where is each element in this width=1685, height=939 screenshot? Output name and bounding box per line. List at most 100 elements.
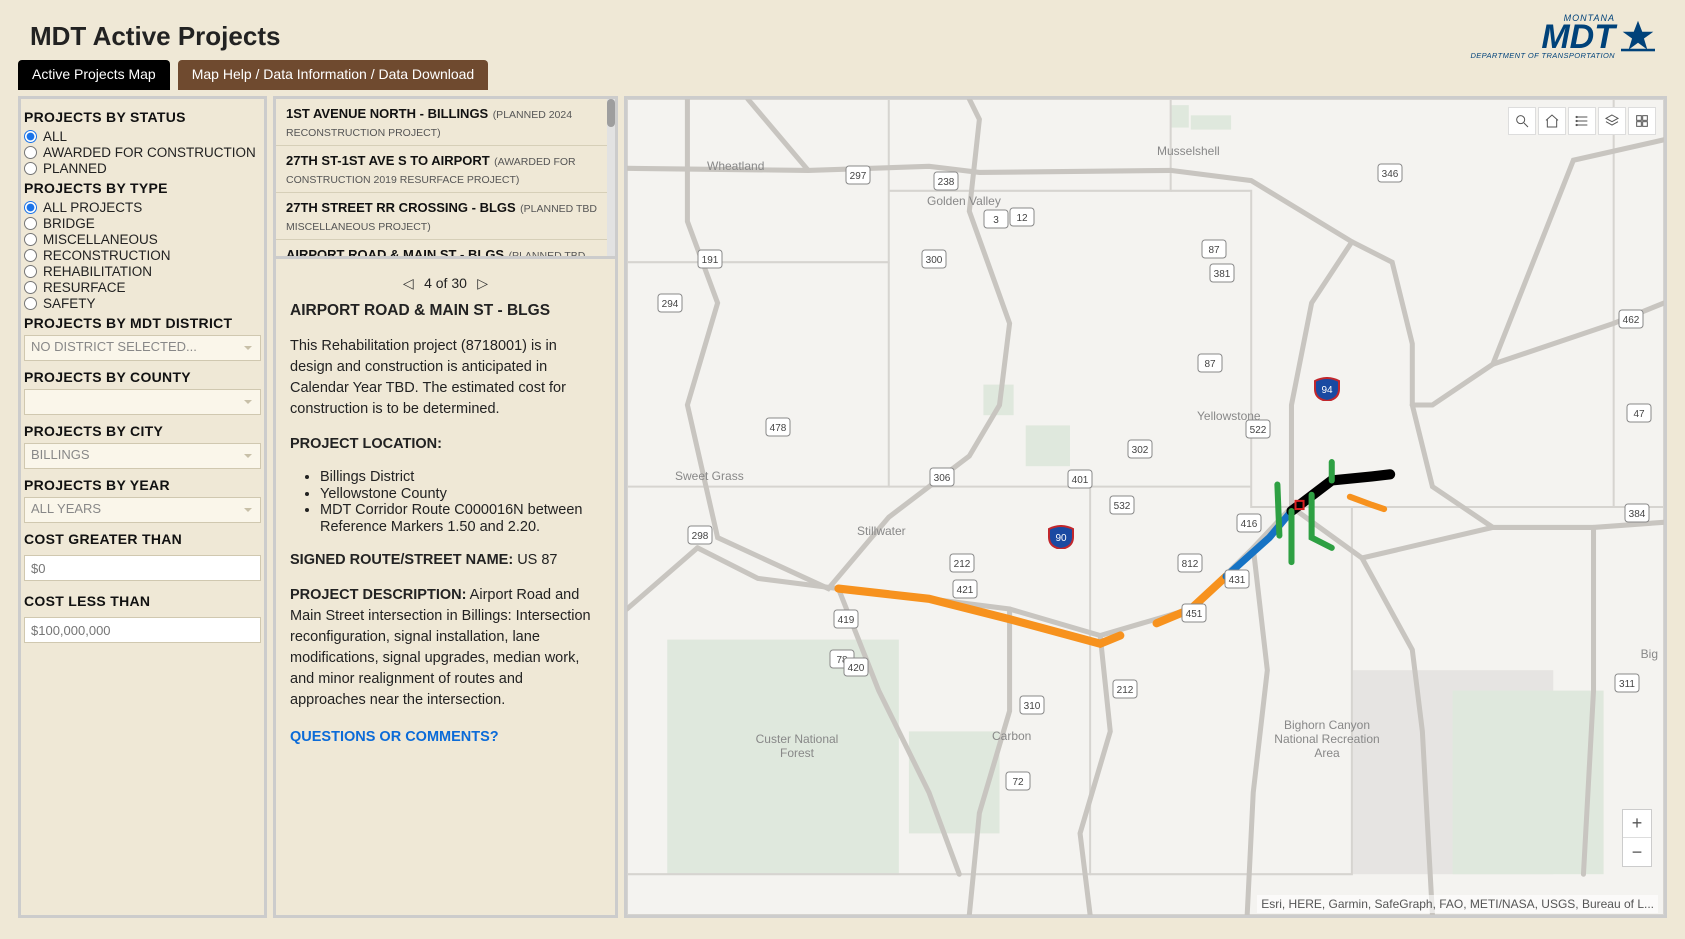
route-shield-label: 420 bbox=[848, 663, 865, 674]
radio-status-planned-label: PLANNED bbox=[43, 161, 107, 176]
pager-next-icon[interactable]: ▷ bbox=[475, 275, 491, 292]
radio-type-safety-label: SAFETY bbox=[43, 296, 96, 311]
list-item[interactable]: 27TH ST-1ST AVE S TO AIRPORT (AWARDED FO… bbox=[276, 146, 615, 193]
radio-status-all[interactable]: ALL bbox=[24, 129, 261, 144]
radio-type-bridge-input[interactable] bbox=[24, 217, 37, 230]
project-column: 1ST AVENUE NORTH - BILLINGS (PLANNED 202… bbox=[273, 96, 618, 918]
radio-type-all[interactable]: ALL PROJECTS bbox=[24, 200, 261, 215]
detail-location-corridor: MDT Corridor Route C000016N between Refe… bbox=[320, 502, 601, 535]
map-county-label: Sweet Grass bbox=[675, 469, 744, 483]
map-layers-button[interactable] bbox=[1598, 107, 1626, 135]
radio-type-recon-input[interactable] bbox=[24, 249, 37, 262]
heading-type: PROJECTS BY TYPE bbox=[24, 180, 261, 196]
route-shield-label: 812 bbox=[1182, 559, 1199, 570]
radio-type-all-label: ALL PROJECTS bbox=[43, 200, 142, 215]
star-icon bbox=[1621, 19, 1655, 53]
pager-position: 4 of 30 bbox=[424, 275, 467, 291]
detail-intro: This Rehabilitation project (8718001) is… bbox=[290, 336, 601, 420]
detail-route-label: SIGNED ROUTE/STREET NAME: bbox=[290, 552, 513, 568]
radio-type-bridge-label: BRIDGE bbox=[43, 216, 95, 231]
radio-status-planned[interactable]: PLANNED bbox=[24, 161, 261, 176]
svg-text:94: 94 bbox=[1321, 385, 1333, 396]
route-shield-label: 297 bbox=[850, 171, 867, 182]
map-search-button[interactable] bbox=[1508, 107, 1536, 135]
route-shield-label: 478 bbox=[770, 423, 787, 434]
route-shield-label: 384 bbox=[1629, 509, 1646, 520]
map-legend-button[interactable] bbox=[1568, 107, 1596, 135]
radio-type-misc[interactable]: MISCELLANEOUS bbox=[24, 232, 261, 247]
radio-type-rehab-input[interactable] bbox=[24, 265, 37, 278]
heading-cost-gt: COST GREATER THAN bbox=[24, 531, 261, 547]
radio-status-awarded-input[interactable] bbox=[24, 146, 37, 159]
layers-icon bbox=[1604, 113, 1620, 129]
map-county-label: Musselshell bbox=[1157, 144, 1220, 158]
interstate-shield: 94 bbox=[1313, 377, 1341, 401]
logo-mdt: MDT bbox=[1541, 23, 1615, 51]
route-shield-label: 451 bbox=[1186, 609, 1203, 620]
route-shield-label: 238 bbox=[938, 177, 955, 188]
map-basemap-button[interactable] bbox=[1628, 107, 1656, 135]
select-county[interactable] bbox=[24, 389, 261, 415]
radio-status-awarded-label: AWARDED FOR CONSTRUCTION bbox=[43, 145, 256, 160]
pager-prev-icon[interactable]: ◁ bbox=[400, 275, 416, 292]
input-cost-gt[interactable] bbox=[24, 555, 261, 581]
radio-type-resurf[interactable]: RESURFACE bbox=[24, 280, 261, 295]
radio-status-all-input[interactable] bbox=[24, 130, 37, 143]
route-shield-label: 401 bbox=[1072, 475, 1089, 486]
radio-type-safety-input[interactable] bbox=[24, 297, 37, 310]
list-item[interactable]: 1ST AVENUE NORTH - BILLINGS (PLANNED 202… bbox=[276, 99, 615, 146]
radio-status-awarded[interactable]: AWARDED FOR CONSTRUCTION bbox=[24, 145, 261, 160]
route-shield-label: 421 bbox=[957, 585, 974, 596]
project-list[interactable]: 1ST AVENUE NORTH - BILLINGS (PLANNED 202… bbox=[276, 99, 615, 259]
map-attribution: Esri, HERE, Garmin, SafeGraph, FAO, METI… bbox=[1257, 895, 1658, 913]
map-county-label: Wheatland bbox=[707, 159, 764, 173]
route-shield-label: 532 bbox=[1114, 501, 1131, 512]
route-shield-label: 12 bbox=[1016, 213, 1028, 224]
tab-map-help[interactable]: Map Help / Data Information / Data Downl… bbox=[178, 60, 488, 90]
route-shield-label: 302 bbox=[1132, 445, 1149, 456]
radio-type-rehab[interactable]: REHABILITATION bbox=[24, 264, 261, 279]
detail-location-district: Billings District bbox=[320, 469, 601, 486]
scrollbar-thumb[interactable] bbox=[607, 99, 615, 127]
radio-type-resurf-label: RESURFACE bbox=[43, 280, 126, 295]
route-shield-label: 87 bbox=[1204, 359, 1216, 370]
radio-type-all-input[interactable] bbox=[24, 201, 37, 214]
map-place-label: Bighorn Canyon National Recreation Area bbox=[1267, 718, 1387, 760]
radio-type-safety[interactable]: SAFETY bbox=[24, 296, 261, 311]
route-shield-label: 87 bbox=[1208, 245, 1220, 256]
radio-type-recon-label: RECONSTRUCTION bbox=[43, 248, 171, 263]
list-item[interactable]: AIRPORT ROAD & MAIN ST - BLGS (PLANNED T… bbox=[276, 240, 615, 259]
page-title: MDT Active Projects bbox=[30, 21, 280, 52]
input-cost-lt[interactable] bbox=[24, 617, 261, 643]
detail-questions-link[interactable]: QUESTIONS OR COMMENTS? bbox=[290, 729, 499, 745]
select-district[interactable]: NO DISTRICT SELECTED... bbox=[24, 335, 261, 361]
map-home-button[interactable] bbox=[1538, 107, 1566, 135]
zoom-out-button[interactable]: − bbox=[1623, 838, 1651, 866]
radio-type-resurf-input[interactable] bbox=[24, 281, 37, 294]
route-shield-label: 381 bbox=[1214, 269, 1231, 280]
detail-location-heading: PROJECT LOCATION: bbox=[290, 434, 601, 455]
map[interactable]: Wheatland Golden Valley Musselshell Swee… bbox=[624, 96, 1667, 918]
route-shield-label: 212 bbox=[954, 559, 971, 570]
map-county-label: Golden Valley bbox=[927, 194, 1001, 208]
detail-location-list: Billings District Yellowstone County MDT… bbox=[320, 469, 601, 536]
map-background bbox=[627, 99, 1664, 915]
map-tools bbox=[1508, 107, 1656, 135]
radio-type-recon[interactable]: RECONSTRUCTION bbox=[24, 248, 261, 263]
list-item[interactable]: 27TH STREET RR CROSSING - BLGS (PLANNED … bbox=[276, 193, 615, 240]
select-city[interactable]: BILLINGS bbox=[24, 443, 261, 469]
radio-type-bridge[interactable]: BRIDGE bbox=[24, 216, 261, 231]
radio-type-misc-input[interactable] bbox=[24, 233, 37, 246]
radio-status-planned-input[interactable] bbox=[24, 162, 37, 175]
route-shield-label: 191 bbox=[702, 255, 719, 266]
list-item-title: AIRPORT ROAD & MAIN ST - BLGS bbox=[286, 247, 504, 259]
zoom-in-button[interactable]: + bbox=[1623, 810, 1651, 838]
select-year[interactable]: ALL YEARS bbox=[24, 497, 261, 523]
route-shield-label: 212 bbox=[1117, 685, 1134, 696]
interstate-shield: 90 bbox=[1047, 525, 1075, 549]
route-shield-label: 431 bbox=[1229, 575, 1246, 586]
tab-active-projects-map[interactable]: Active Projects Map bbox=[18, 60, 170, 90]
logo-sub: DEPARTMENT OF TRANSPORTATION bbox=[1470, 51, 1615, 60]
detail-location-county: Yellowstone County bbox=[320, 486, 601, 503]
heading-cost-lt: COST LESS THAN bbox=[24, 593, 261, 609]
